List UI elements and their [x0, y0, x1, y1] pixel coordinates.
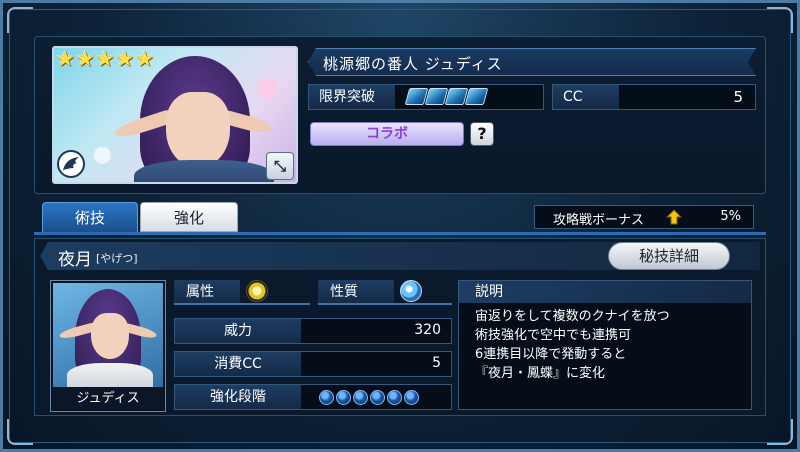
star-icon: ★ [56, 47, 75, 71]
wing-icon [57, 150, 85, 178]
help-button[interactable]: ? [470, 122, 494, 146]
raid-bonus-label: 攻略戦ボーナス [553, 213, 645, 228]
character-title: 桃源郷の番人 ジュディス [323, 55, 503, 73]
description-box: 説明 宙返りをして複数のクナイを放つ 術技強化で空中でも連携可 6連携目以降で発… [458, 280, 752, 410]
rarity-stars: ★ ★ ★ ★ ★ [56, 48, 154, 70]
enhance-stage-dots [319, 390, 419, 405]
frame-corner-ornament [7, 419, 33, 445]
portrait-face [166, 92, 230, 168]
attribute-label: 属性 [174, 280, 240, 304]
character-thumbnail [53, 283, 163, 387]
collab-button[interactable]: コラボ [310, 122, 464, 146]
skill-name: 夜月 [58, 250, 92, 270]
star-icon: ★ [135, 47, 155, 71]
cc-value: 5 [733, 88, 743, 106]
tab-skills[interactable]: 術技 [42, 202, 138, 232]
limit-break-row: 限界突破 [308, 84, 544, 110]
portrait-body [134, 160, 274, 182]
star-icon: ★ [115, 47, 135, 71]
expand-portrait-button[interactable]: ⤡ [266, 152, 294, 180]
enhance-dot-icon [370, 390, 385, 405]
skill-reading: [やげつ] [96, 252, 138, 265]
frame-corner-ornament [7, 7, 33, 33]
limit-break-gem-icon [464, 88, 489, 105]
cc-cost-label: 消費CC [175, 352, 301, 376]
secret-skill-detail-button[interactable]: 秘技詳細 [608, 242, 730, 270]
character-title-bar: 桃源郷の番人 ジュディス [308, 48, 756, 76]
description-title: 説明 [459, 281, 751, 303]
character-card-name: ジュディス [53, 389, 163, 409]
enhance-dot-icon [404, 390, 419, 405]
cc-row: CC 5 [552, 84, 756, 110]
thumbnail-face [91, 313, 129, 359]
enhance-dot-icon [319, 390, 334, 405]
enhance-dot-icon [336, 390, 351, 405]
raid-bonus-value: 5% [720, 209, 741, 224]
power-label: 威力 [175, 319, 301, 343]
power-row: 威力 320 [174, 318, 452, 344]
enhance-dot-icon [387, 390, 402, 405]
cc-label: CC [553, 85, 619, 109]
limit-break-gems [404, 88, 489, 105]
water-swirl-icon [400, 280, 422, 302]
frame-corner-ornament [767, 7, 793, 33]
nature-label: 性質 [318, 280, 394, 304]
cc-cost-row: 消費CC 5 [174, 351, 452, 377]
tab-underline [34, 232, 766, 235]
arrow-up-icon [666, 209, 682, 225]
enhance-stage-row: 強化段階 [174, 384, 452, 410]
thumbnail-coat [67, 363, 153, 387]
description-text: 宙返りをして複数のクナイを放つ 術技強化で空中でも連携可 6連携目以降で発動する… [475, 309, 670, 381]
limit-break-label: 限界突破 [309, 85, 395, 109]
frame-corner-ornament [767, 419, 793, 445]
tab-enhance[interactable]: 強化 [140, 202, 238, 232]
attribute-underline [174, 303, 310, 305]
enhance-stage-label: 強化段階 [175, 385, 301, 409]
cc-cost-value: 5 [432, 355, 441, 371]
star-icon: ★ [75, 47, 95, 71]
character-card[interactable]: ジュディス [50, 280, 166, 412]
raid-bonus-box: 攻略戦ボーナス 5% [534, 205, 754, 229]
power-value: 320 [414, 322, 441, 338]
nature-underline [318, 303, 452, 305]
enhance-dot-icon [353, 390, 368, 405]
light-element-icon [246, 280, 268, 302]
star-icon: ★ [95, 47, 115, 71]
